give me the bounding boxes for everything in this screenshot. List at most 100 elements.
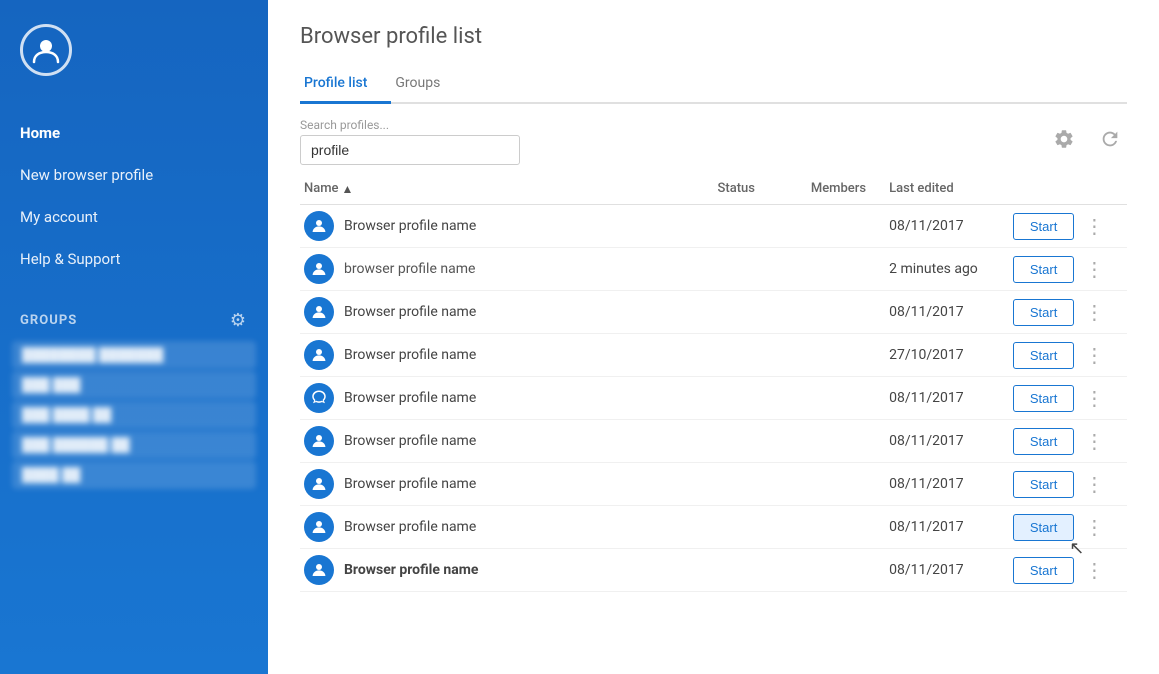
profile-last-edited-cell: 08/11/2017 — [885, 420, 1009, 463]
sidebar-item-help-support[interactable]: Help & Support — [0, 238, 268, 280]
profile-status-cell — [714, 377, 807, 420]
profile-user-icon — [310, 432, 328, 450]
profile-name-cell: Browser profile name — [300, 420, 714, 463]
start-button[interactable]: Start — [1013, 471, 1074, 498]
profile-table: Name ▲ Status Members Last edited Browse… — [300, 173, 1127, 592]
search-input[interactable] — [300, 135, 520, 165]
more-options-button[interactable]: ⋮ — [1078, 298, 1110, 327]
settings-icon — [1053, 128, 1075, 150]
group-item[interactable]: ████████ ███████ — [12, 341, 256, 369]
profile-avatar-icon — [304, 555, 334, 585]
profile-avatar-icon — [304, 254, 334, 284]
toolbar: Search profiles... — [268, 104, 1159, 173]
profile-actions-cell: Start⋮ — [1009, 377, 1127, 420]
sidebar-item-my-account[interactable]: My account — [0, 196, 268, 238]
cursor-overlay: Start↖ — [1013, 514, 1074, 541]
table-row: Browser profile name 08/11/2017Start⋮ — [300, 463, 1127, 506]
profile-status-cell — [714, 549, 807, 592]
start-button[interactable]: Start — [1013, 385, 1074, 412]
profile-status-cell — [714, 463, 807, 506]
profile-name-text: Browser profile name — [344, 218, 476, 234]
settings-button[interactable] — [1047, 122, 1081, 162]
profile-name-text: Browser profile name — [344, 476, 476, 492]
profile-actions-cell: Start⋮ — [1009, 463, 1127, 506]
col-header-name: Name ▲ — [300, 173, 714, 205]
groups-header: GROUPS ⚙ — [0, 288, 268, 341]
group-item[interactable]: ███ ████ ██ — [12, 401, 256, 429]
profile-last-edited-cell: 08/11/2017 — [885, 506, 1009, 549]
start-button[interactable]: Start — [1013, 342, 1074, 369]
profile-avatar-icon — [304, 512, 334, 542]
profile-user-icon — [310, 260, 328, 278]
profile-name-text: Browser profile name — [344, 433, 476, 449]
profile-user-icon — [310, 561, 328, 579]
more-options-button[interactable]: ⋮ — [1078, 427, 1110, 456]
profile-last-edited-cell: 08/11/2017 — [885, 377, 1009, 420]
more-options-button[interactable]: ⋮ — [1078, 470, 1110, 499]
profile-members-cell — [807, 205, 885, 248]
sidebar-item-home[interactable]: Home — [0, 112, 268, 154]
start-button[interactable]: Start — [1013, 213, 1074, 240]
more-options-button[interactable]: ⋮ — [1078, 212, 1110, 241]
profile-status-cell — [714, 248, 807, 291]
groups-gear-button[interactable]: ⚙ — [228, 308, 248, 333]
sidebar-nav: Home New browser profile My account Help… — [0, 96, 268, 280]
profile-user-icon — [310, 217, 328, 235]
profile-members-cell — [807, 248, 885, 291]
refresh-button[interactable] — [1093, 122, 1127, 162]
fox-icon — [310, 389, 328, 407]
profile-status-cell — [714, 506, 807, 549]
profile-last-edited-cell: 27/10/2017 — [885, 334, 1009, 377]
profile-avatar-icon — [304, 469, 334, 499]
group-item[interactable]: ███ ███ — [12, 371, 256, 399]
profile-status-cell — [714, 205, 807, 248]
sidebar-item-new-browser-profile[interactable]: New browser profile — [0, 154, 268, 196]
profile-name-cell: Browser profile name — [300, 463, 714, 506]
search-container: Search profiles... — [300, 118, 520, 165]
profile-name-text: Browser profile name — [344, 519, 476, 535]
refresh-icon — [1099, 128, 1121, 150]
profile-avatar-icon — [304, 340, 334, 370]
page-title: Browser profile list — [300, 24, 1127, 49]
more-options-button[interactable]: ⋮ — [1078, 255, 1110, 284]
table-row: Browser profile name 08/11/2017Start⋮ — [300, 549, 1127, 592]
profile-actions-cell: Start⋮ — [1009, 205, 1127, 248]
more-options-button[interactable]: ⋮ — [1078, 384, 1110, 413]
group-item[interactable]: ████ ██ — [12, 461, 256, 489]
group-item[interactable]: ███ ██████ ██ — [12, 431, 256, 459]
start-button[interactable]: Start — [1013, 428, 1074, 455]
profile-members-cell — [807, 420, 885, 463]
table-container: Name ▲ Status Members Last edited Browse… — [268, 173, 1159, 674]
profile-user-icon — [310, 475, 328, 493]
profile-name-cell: Browser profile name — [300, 291, 714, 334]
profile-avatar-icon — [304, 211, 334, 241]
more-options-button[interactable]: ⋮ — [1078, 341, 1110, 370]
profile-last-edited-cell: 08/11/2017 — [885, 205, 1009, 248]
start-button[interactable]: Start — [1013, 514, 1074, 541]
table-row: Browser profile name08/11/2017Start↖⋮ — [300, 506, 1127, 549]
profile-user-icon — [310, 518, 328, 536]
start-button[interactable]: Start — [1013, 299, 1074, 326]
profile-name-cell: Browser profile name — [300, 205, 714, 248]
sidebar: Home New browser profile My account Help… — [0, 0, 268, 674]
more-options-button[interactable]: ⋮ — [1078, 556, 1110, 585]
sort-arrow-icon: ▲ — [342, 182, 354, 196]
tab-groups[interactable]: Groups — [391, 65, 464, 104]
group-list: ████████ ███████ ███ ███ ███ ████ ██ ███… — [0, 341, 268, 489]
tab-profile-list[interactable]: Profile list — [300, 65, 391, 104]
profile-last-edited-cell: 08/11/2017 — [885, 463, 1009, 506]
start-button[interactable]: Start — [1013, 557, 1074, 584]
search-label: Search profiles... — [300, 118, 520, 132]
profile-name-cell: Browser profile name — [300, 549, 714, 592]
col-header-members: Members — [807, 173, 885, 205]
profile-status-cell — [714, 334, 807, 377]
table-body: Browser profile name08/11/2017Start⋮ bro… — [300, 205, 1127, 592]
page-header: Browser profile list Profile list Groups — [268, 0, 1159, 104]
start-button[interactable]: Start — [1013, 256, 1074, 283]
profile-user-icon — [310, 303, 328, 321]
table-row: Browser profile name27/10/2017Start⋮ — [300, 334, 1127, 377]
tabs: Profile list Groups — [300, 65, 1127, 104]
profile-members-cell — [807, 506, 885, 549]
profile-last-edited-cell: 08/11/2017 — [885, 291, 1009, 334]
profile-last-edited-cell: 08/11/2017 — [885, 549, 1009, 592]
